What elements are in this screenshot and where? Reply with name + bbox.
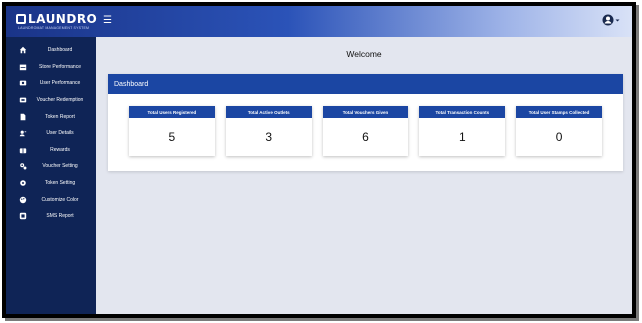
sidebar-item-label: Token Setting <box>44 180 76 187</box>
sidebar-item-user-performance[interactable]: User Performance <box>6 75 96 92</box>
ticket-icon <box>18 95 28 105</box>
palette-icon <box>18 195 28 205</box>
stat-value: 5 <box>168 130 176 144</box>
sidebar-item-token-report[interactable]: Token Report <box>6 108 96 125</box>
main-content: Welcome Dashboard Total Users Registered… <box>96 37 632 314</box>
page-title: Welcome <box>346 49 382 59</box>
stat-card-transaction-counts[interactable]: Total Transaction Counts 1 <box>419 106 506 156</box>
users-icon <box>18 78 28 88</box>
sidebar-item-label: Token Report <box>45 113 75 120</box>
stat-value: 1 <box>458 130 466 144</box>
sidebar-item-label: User Performance <box>39 80 81 87</box>
home-icon <box>18 45 28 55</box>
gears-icon <box>18 161 28 171</box>
user-card-icon <box>18 128 28 138</box>
stat-value: 0 <box>555 130 563 144</box>
brand-logo[interactable]: LAUNDRO <box>16 12 97 26</box>
app-window: LAUNDRO LAUNDROMAT MANAGEMENT SYSTEM ☰ D… <box>2 2 636 318</box>
sms-icon <box>18 211 28 221</box>
stat-card-vouchers-given[interactable]: Total Vouchers Given 6 <box>322 106 409 156</box>
user-menu[interactable] <box>602 14 620 26</box>
dashboard-panel: Dashboard Total Users Registered 5 Total… <box>108 74 623 171</box>
sidebar-item-label: Dashboard <box>47 47 73 54</box>
sidebar-item-dashboard[interactable]: Dashboard <box>6 42 96 59</box>
stat-card-users-registered[interactable]: Total Users Registered 5 <box>129 106 215 156</box>
stats-row: Total Users Registered 5 Total Active Ou… <box>129 106 602 156</box>
hamburger-icon[interactable]: ☰ <box>103 15 112 26</box>
sidebar-item-voucher-setting[interactable]: Voucher Setting <box>6 158 96 175</box>
sidebar-item-label: User Details <box>46 130 74 137</box>
sidebar-item-user-details[interactable]: User Details <box>6 125 96 142</box>
stat-title: Total Vouchers Given <box>322 106 409 118</box>
stat-value: 6 <box>362 130 369 144</box>
store-icon <box>18 62 28 72</box>
sidebar-item-voucher-redemption[interactable]: Voucher Redemption <box>6 92 96 109</box>
sidebar-item-label: Customize Color <box>41 196 79 203</box>
file-icon <box>18 112 28 122</box>
sidebar-item-customize-color[interactable]: Customize Color <box>6 191 96 208</box>
brand-name: LAUNDRO <box>28 12 98 26</box>
chevron-down-icon <box>615 19 620 21</box>
stat-value: 3 <box>265 130 273 144</box>
sidebar-item-store-performance[interactable]: Store Performance <box>6 59 96 76</box>
stat-title: Total Transaction Counts <box>419 106 506 118</box>
stat-title: Total Active Outlets <box>225 106 312 118</box>
sidebar-item-label: Voucher Redemption <box>36 97 84 104</box>
sidebar-item-label: Rewards <box>50 146 70 153</box>
sidebar-item-token-setting[interactable]: Token Setting <box>6 175 96 192</box>
stat-card-user-stamps[interactable]: Total User Stamps Collected 0 <box>516 106 602 156</box>
sidebar-item-sms-report[interactable]: SMS Report <box>6 208 96 225</box>
user-account-icon <box>602 14 614 26</box>
logo-mark-icon <box>16 14 26 24</box>
top-bar: LAUNDRO LAUNDROMAT MANAGEMENT SYSTEM ☰ <box>6 6 632 37</box>
sidebar-item-label: SMS Report <box>46 213 74 220</box>
brand-subtitle: LAUNDROMAT MANAGEMENT SYSTEM <box>18 26 90 30</box>
gift-icon <box>18 145 28 155</box>
stat-card-active-outlets[interactable]: Total Active Outlets 3 <box>225 106 312 156</box>
dashboard-header: Dashboard <box>108 74 623 94</box>
sidebar-item-label: Store Performance <box>39 63 81 70</box>
sidebar: Dashboard Store Performance User Perform… <box>6 37 96 314</box>
sidebar-item-label: Voucher Setting <box>42 163 78 170</box>
gear-icon <box>18 178 28 188</box>
sidebar-item-rewards[interactable]: Rewards <box>6 142 96 159</box>
stat-title: Total Users Registered <box>129 106 215 118</box>
stat-title: Total User Stamps Collected <box>516 106 602 118</box>
